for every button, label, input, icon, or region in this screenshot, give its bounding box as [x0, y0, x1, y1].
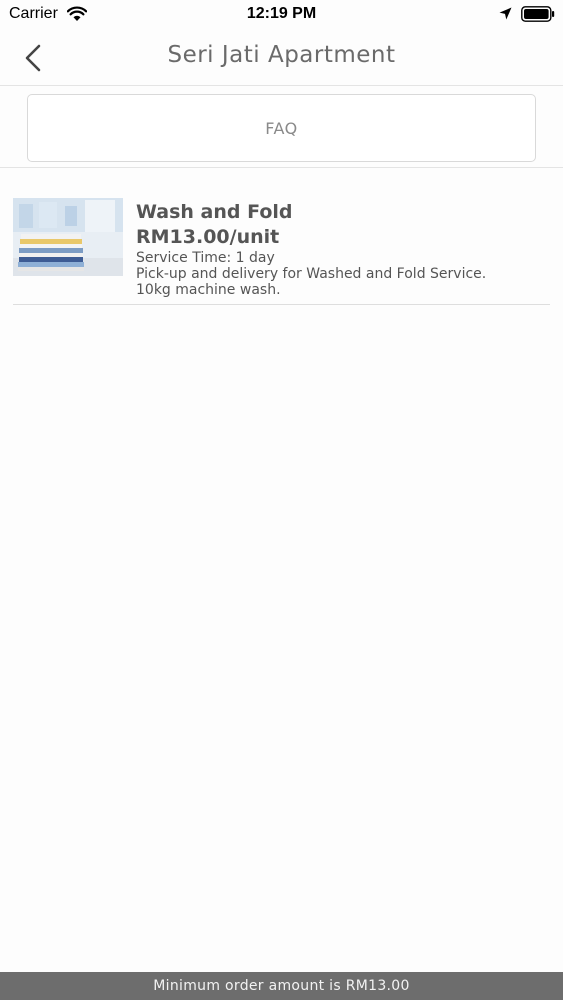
service-details: Wash and Fold RM13.00/unit Service Time:…: [136, 200, 550, 298]
page-title: Seri Jati Apartment: [167, 42, 396, 68]
service-time: Service Time: 1 day: [136, 250, 275, 266]
service-name: Wash and Fold: [136, 201, 293, 223]
faq-button[interactable]: FAQ: [27, 94, 536, 162]
faq-section: FAQ: [0, 87, 563, 168]
location-arrow-icon: [499, 7, 512, 20]
screen: Carrier 12:19 PM Seri Jati Apartment FAQ: [0, 0, 563, 1000]
folded-laundry-image: [13, 198, 123, 276]
service-price: RM13.00/unit: [136, 226, 280, 248]
clock-time: 12:19 PM: [246, 5, 317, 22]
nav-bar: Seri Jati Apartment: [0, 30, 563, 86]
service-description: Pick-up and delivery for Washed and Fold…: [136, 266, 487, 282]
service-description-extra: 10kg machine wash.: [136, 282, 281, 298]
service-list-item[interactable]: Wash and Fold RM13.00/unit Service Time:…: [13, 197, 550, 305]
status-bar: Carrier 12:19 PM: [0, 0, 563, 30]
battery-icon: [521, 6, 555, 22]
minimum-order-banner: Minimum order amount is RM13.00: [0, 972, 563, 1000]
